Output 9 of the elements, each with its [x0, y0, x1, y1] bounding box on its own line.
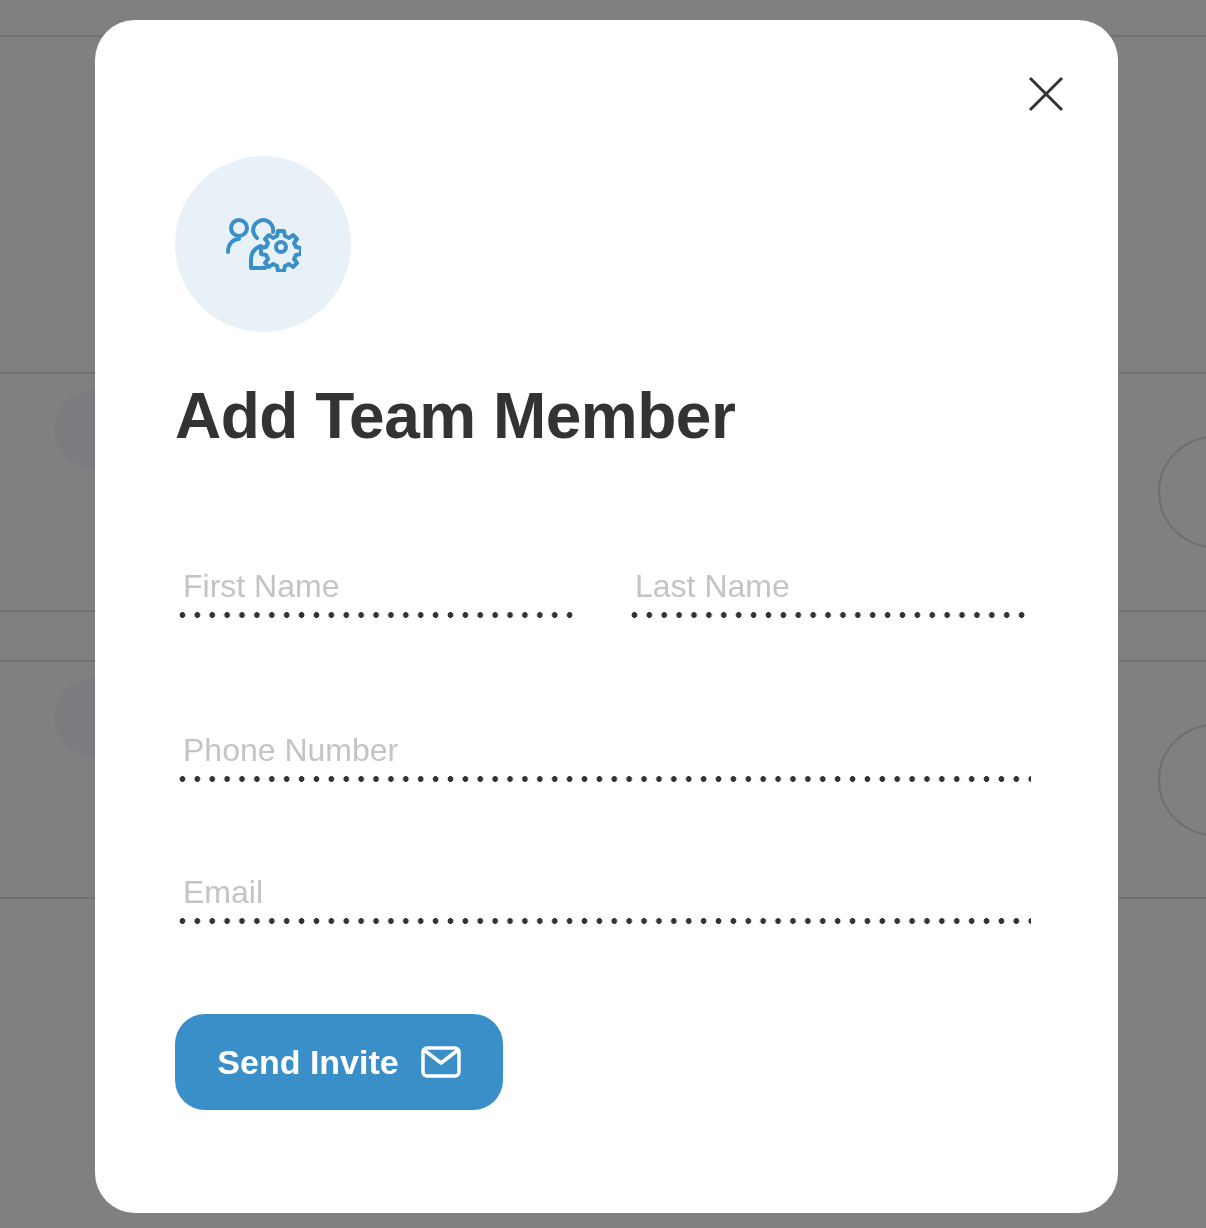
close-icon	[1028, 76, 1064, 112]
team-settings-icon	[225, 216, 301, 272]
text-field[interactable]: Phone Number	[175, 730, 1031, 770]
dialog-title: Add Team Member	[175, 379, 737, 454]
mail-icon	[420, 1046, 461, 1078]
text-field[interactable]: Last Name	[627, 566, 1031, 606]
send-invite-button[interactable]: Send Invite	[175, 1014, 503, 1110]
text-field[interactable]: Email	[175, 872, 1031, 912]
text-field[interactable]: First Name	[175, 566, 579, 606]
